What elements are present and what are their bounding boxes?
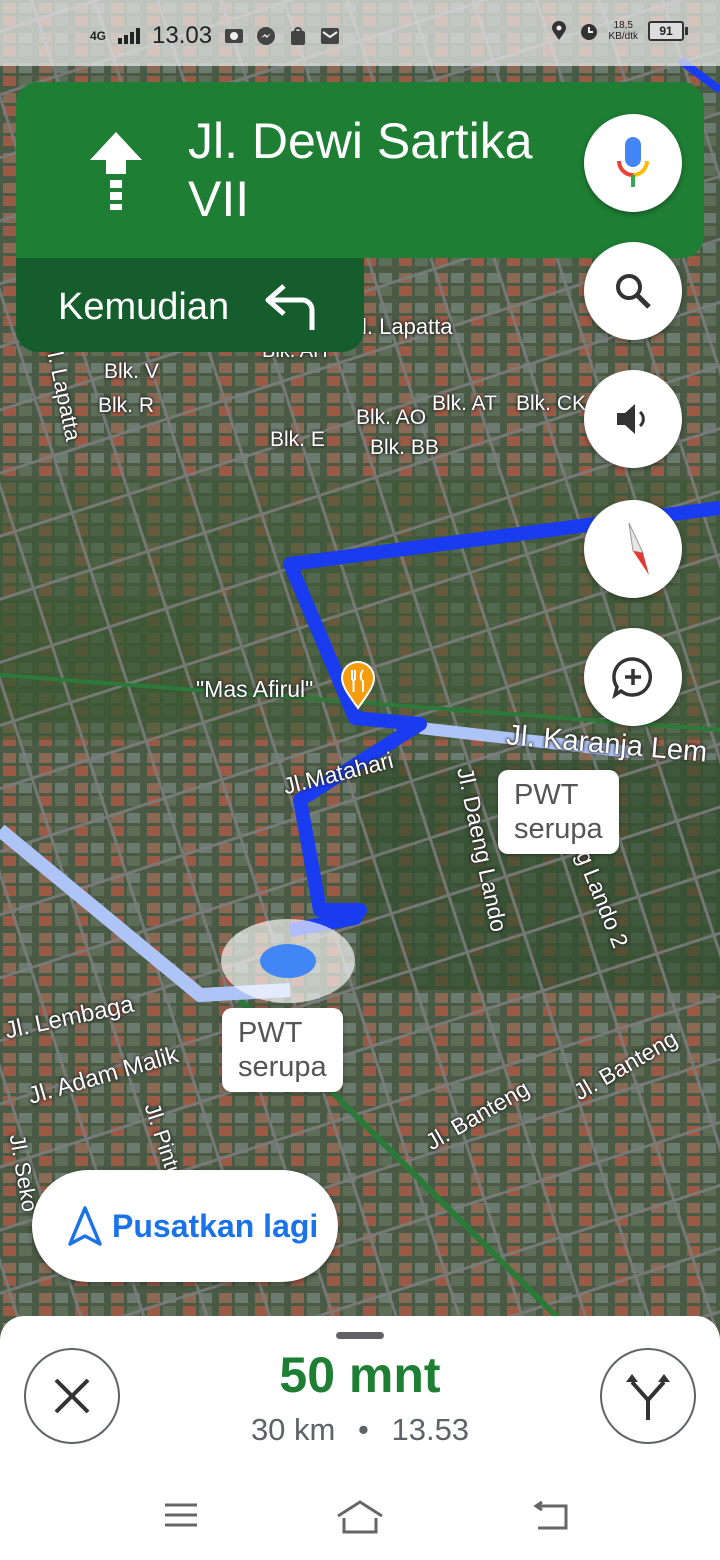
recenter-button[interactable]: Pusatkan lagi: [32, 1170, 338, 1282]
route-fork-icon: [626, 1374, 670, 1420]
volume-icon: [617, 404, 645, 434]
speed-value: 18,5: [613, 20, 633, 31]
system-navigation-bar: [0, 1470, 720, 1560]
arrival-time: 13.53: [391, 1412, 470, 1447]
street-line-1: Jl. Dewi Sartika: [188, 113, 533, 169]
alternative-route-chip[interactable]: PWT serupa: [222, 1008, 343, 1092]
then-instruction-card[interactable]: Kemudian: [16, 258, 364, 352]
home-icon[interactable]: [336, 1500, 384, 1534]
status-time: 13.03: [152, 22, 213, 49]
compass-button[interactable]: [584, 500, 682, 598]
trip-distance: 30 km: [250, 1412, 336, 1447]
back-icon[interactable]: [530, 1500, 570, 1532]
chip-line1: PWT: [514, 779, 579, 811]
chip-line2: serupa: [238, 1051, 327, 1083]
map-label-mas-afirul: "Mas Afirul": [196, 676, 314, 702]
map-label-blk-ao: Blk. AO: [356, 406, 427, 429]
speed-unit: KB/dtk: [608, 31, 638, 42]
restaurant-pin-icon[interactable]: [340, 660, 376, 710]
photo-notification-icon: [225, 29, 244, 43]
microphone-icon: [617, 137, 649, 187]
sound-button[interactable]: [584, 370, 682, 468]
map-label-blk-bb: Blk. BB: [370, 436, 439, 459]
mail-icon: [321, 28, 340, 44]
alternative-route-chip[interactable]: PWT serupa: [498, 770, 619, 854]
navigation-arrow-icon: [68, 1206, 102, 1246]
alarm-icon: [580, 24, 597, 40]
network-speed: 18,5 KB/dtk: [609, 20, 638, 42]
next-street-name: Jl. Dewi Sartika VII: [188, 112, 578, 228]
alternate-routes-button[interactable]: [600, 1348, 696, 1444]
signal-icon: [118, 28, 141, 44]
map-label-blk-e: Blk. E: [270, 428, 325, 451]
search-icon: [616, 274, 651, 309]
status-bar: 4G 13.03 18,5 KB/dtk 91: [0, 0, 720, 66]
location-icon: [551, 21, 566, 40]
shopping-bag-icon: [291, 27, 306, 45]
chip-line2: serupa: [514, 813, 603, 845]
map-label-blk-v: Blk. V: [104, 360, 159, 383]
map-label-jl-lapatta-right: l. Lapatta: [362, 314, 453, 339]
chip-line1: PWT: [238, 1017, 303, 1049]
menu-icon[interactable]: [163, 1500, 199, 1530]
map-label-blk-at: Blk. AT: [432, 392, 497, 415]
report-plus-icon: [612, 657, 653, 699]
voice-search-button[interactable]: [584, 114, 682, 212]
compass-icon: [628, 522, 649, 575]
map-label-blk-ck: Blk. CK: [516, 392, 587, 415]
messenger-icon: [257, 27, 276, 45]
search-button[interactable]: [584, 242, 682, 340]
street-line-2: VII: [188, 171, 250, 227]
add-report-button[interactable]: [584, 628, 682, 726]
map-label-blk-r: Blk. R: [98, 394, 155, 417]
turn-left-arrow-icon: [265, 284, 315, 330]
network-indicator: 4G: [90, 28, 107, 43]
network-type: 4G: [90, 28, 107, 43]
separator-dot: •: [357, 1412, 369, 1447]
battery-indicator: 91: [648, 21, 688, 41]
drag-handle[interactable]: [336, 1332, 384, 1339]
current-location-icon: [221, 919, 355, 1003]
recenter-label: Pusatkan lagi: [112, 1208, 319, 1244]
then-label: Kemudian: [58, 286, 230, 328]
straight-arrow-icon: [90, 132, 142, 210]
